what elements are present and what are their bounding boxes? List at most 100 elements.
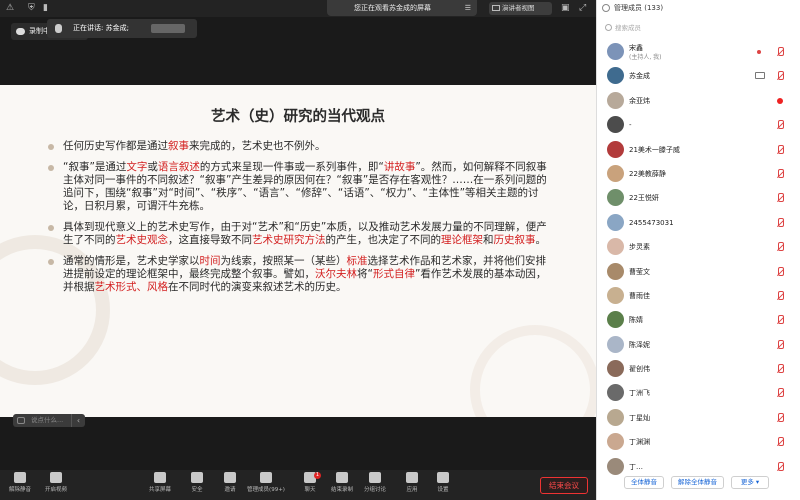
paragraph-text: 任何历史写作都是通过: [63, 140, 168, 152]
paragraph-text: 的方式来呈现一件事或一系列事件，即“: [199, 161, 384, 173]
alert-icon[interactable]: ⚠: [6, 3, 14, 14]
highlight-text: 艺术史研究方法: [252, 234, 326, 246]
mic-muted-icon[interactable]: [776, 144, 784, 155]
participant-name: 宋鑫 (主持人, 我): [629, 43, 662, 63]
mic-muted-icon[interactable]: [776, 47, 784, 57]
participant-row[interactable]: 翟创伟: [597, 357, 800, 381]
mic-muted-icon[interactable]: [776, 388, 784, 398]
speaking-text: 正在讲话: 苏金成;: [73, 24, 129, 32]
mute-all-button[interactable]: 全体静音: [624, 476, 664, 489]
cloud-record-icon: [16, 28, 25, 35]
participant-name: 丁洲飞: [629, 381, 650, 405]
toolbar-share-screen-button[interactable]: 共享屏幕: [140, 472, 180, 499]
participant-name-text: 曹莹文: [629, 267, 650, 276]
mic-muted-icon[interactable]: [776, 266, 784, 277]
toolbar-settings-button[interactable]: 设置: [423, 472, 463, 499]
participant-row[interactable]: 丁渊渊: [597, 430, 800, 454]
mic-muted-icon[interactable]: [776, 290, 784, 301]
avatar: [607, 311, 624, 329]
stop-record-icon: [336, 472, 348, 483]
toolbar-label: 解除静音: [8, 487, 31, 493]
participant-row[interactable]: 苏金成: [597, 64, 800, 88]
participant-name-text: 21美术一滕子威: [629, 145, 680, 154]
record-dot-icon: [757, 50, 761, 54]
participant-name-text: 丁…: [629, 462, 643, 471]
screen-share-icon: [755, 72, 765, 80]
mic-muted-icon[interactable]: [776, 412, 784, 423]
breakout-icon: [369, 472, 381, 483]
member-search-input[interactable]: 搜索成员: [605, 21, 641, 35]
participant-name: 21美术一滕子威: [629, 138, 680, 162]
toolbar-label: 共享屏幕: [148, 487, 171, 493]
toolbar-camera-off-button[interactable]: 开启视频: [36, 472, 76, 499]
participant-row[interactable]: 余亚炜: [597, 89, 800, 113]
participant-row[interactable]: 陈泽妮: [597, 333, 800, 357]
recording-icon[interactable]: [776, 96, 784, 106]
share-banner-text: 您正在观看苏金成的屏幕: [354, 4, 431, 12]
toolbar-label: 分组讨论: [363, 487, 386, 493]
highlight-text: 语言叙述: [157, 161, 200, 173]
mic-muted-icon[interactable]: [776, 315, 784, 325]
participant-row[interactable]: 曹雨佳: [597, 284, 800, 308]
camera-off-icon: [50, 472, 62, 483]
invite-icon: [224, 472, 236, 483]
mic-muted-icon[interactable]: [776, 242, 784, 252]
participant-row[interactable]: 22王悦妍: [597, 186, 800, 210]
bottom-toolbar: 解除静音 开启视频 共享屏幕 安全 邀请 管理成员(99+) 聊天 1 结束录制 分组讨论 应用 设置: [0, 470, 596, 500]
avatar: [607, 140, 624, 158]
mic-muted-icon[interactable]: [776, 193, 784, 203]
fullscreen-icon[interactable]: ⤢: [579, 3, 586, 14]
mic-muted-icon[interactable]: [776, 71, 784, 81]
banner-more-icon[interactable]: ☰: [465, 0, 471, 16]
highlight-text: 理论框架: [441, 234, 483, 246]
toolbar-mic-muted-button[interactable]: 解除静音: [0, 472, 40, 499]
avatar: [607, 457, 624, 475]
participant-row[interactable]: 步灵素: [597, 235, 800, 259]
participant-name: 余亚炜: [629, 89, 650, 113]
members-icon: [260, 472, 272, 483]
more-button[interactable]: 更多 ▾: [731, 476, 769, 489]
mic-muted-icon[interactable]: [776, 217, 784, 228]
avatar: [607, 408, 624, 426]
toolbar-members-button[interactable]: 管理成员(99+): [246, 472, 286, 499]
participant-role: (主持人, 我): [629, 54, 662, 61]
highlight-text: 时间: [199, 255, 221, 267]
participant-row[interactable]: 丁洲飞: [597, 381, 800, 405]
participant-name: 丁星灿: [629, 406, 650, 430]
chat-collapse-icon[interactable]: ‹: [71, 414, 85, 427]
mic-muted-icon[interactable]: [776, 168, 784, 179]
mic-muted-icon[interactable]: [776, 461, 784, 472]
chat-bubble-icon: [17, 417, 25, 424]
participant-row[interactable]: 曹莹文: [597, 260, 800, 284]
panel-title: 管理成员 (133): [614, 4, 664, 12]
mic-muted-icon[interactable]: [776, 339, 784, 350]
bullet-icon: [48, 225, 54, 231]
mic-muted-icon[interactable]: [776, 437, 784, 447]
end-meeting-button[interactable]: 结束会议: [540, 477, 588, 494]
participant-row[interactable]: 丁星灿: [597, 406, 800, 430]
participant-row[interactable]: -: [597, 113, 800, 137]
participant-row[interactable]: 2455473031: [597, 211, 800, 235]
avatar: [607, 164, 624, 182]
participant-name-text: 宋鑫: [629, 44, 643, 52]
participant-name: 22美教薛静: [629, 162, 666, 186]
participant-row[interactable]: 22美教薛静: [597, 162, 800, 186]
members-icon: [602, 4, 610, 12]
mic-muted-icon[interactable]: [776, 120, 784, 130]
avatar: [607, 116, 624, 134]
highlight-text: 文字: [126, 161, 148, 173]
participant-row[interactable]: 宋鑫 (主持人, 我): [597, 40, 800, 64]
participant-name-text: 丁洲飞: [629, 389, 650, 398]
mic-muted-icon[interactable]: [776, 364, 784, 374]
toolbar-invite-button[interactable]: 邀请: [210, 472, 250, 499]
unmute-all-button[interactable]: 解除全体静音: [671, 476, 724, 489]
toolbar-breakout-button[interactable]: 分组讨论: [355, 472, 395, 499]
paragraph-text: 为线索，按照某一（某些）: [220, 255, 347, 267]
paragraph-text: 的产生，也决定了不同的: [325, 234, 442, 246]
layout-icon[interactable]: ▣: [561, 3, 570, 14]
participant-row[interactable]: 陈婧: [597, 308, 800, 332]
participant-row[interactable]: 21美术一滕子威: [597, 138, 800, 162]
avatar: [607, 213, 624, 231]
shield-icon[interactable]: ⛨: [28, 3, 35, 14]
speaker-view-button[interactable]: 演讲者视图: [489, 2, 552, 15]
